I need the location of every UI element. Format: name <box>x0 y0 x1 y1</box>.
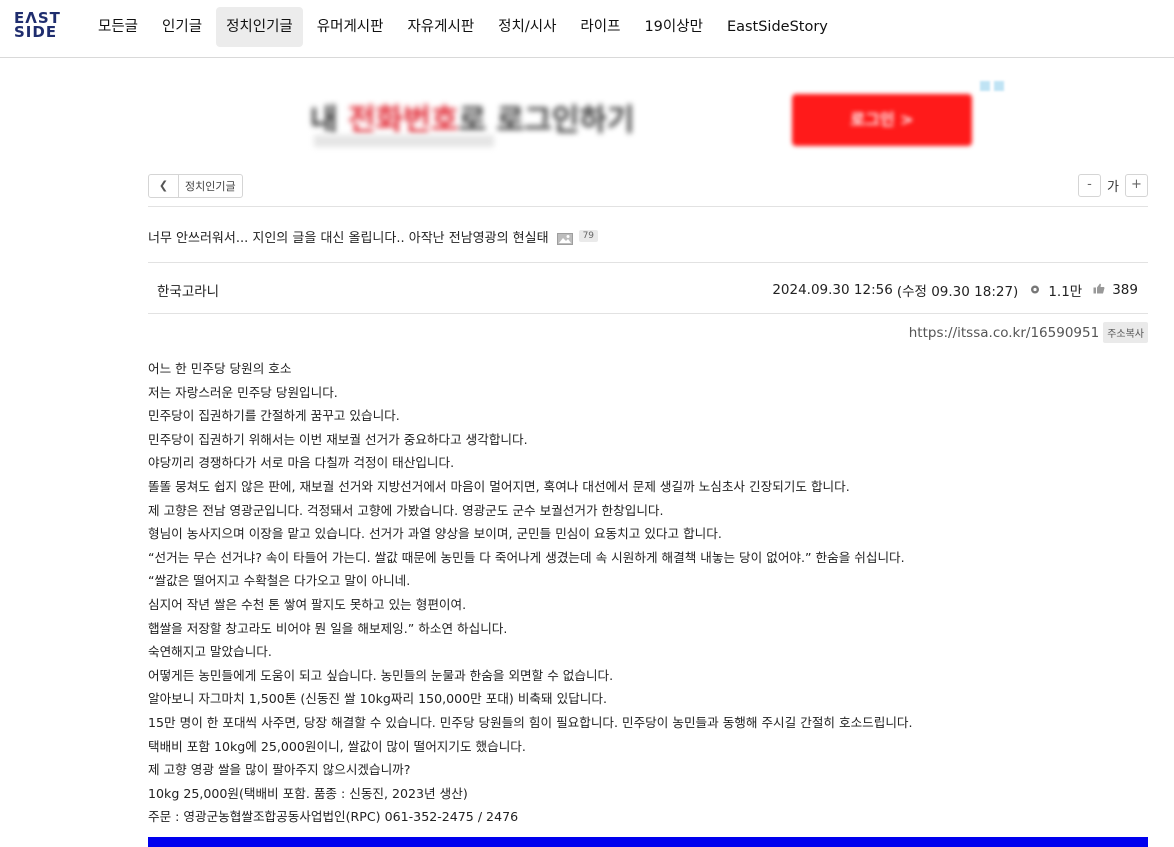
post-body-line: 민주당이 집권하기 위해서는 이번 재보궐 선거가 중요하다고 생각합니다. <box>148 431 528 447</box>
author-name[interactable]: 한국고라니 <box>157 280 219 300</box>
post-body-line: 제 고향은 전남 영광군입니다. 걱정돼서 고향에 가봤습니다. 영광군도 군수… <box>148 502 664 518</box>
nav-politics-current[interactable]: 정치/시사 <box>488 7 566 47</box>
post-body-line: 10kg 25,000원(택배비 포함. 품종 : 신동진, 2023년 생산) <box>148 785 468 801</box>
nav-free-board[interactable]: 자유게시판 <box>397 7 484 47</box>
post-body-line: 햅쌀을 저장할 창고라도 비어야 뭔 일을 해보제잉.” 하소연 하십니다. <box>148 620 508 636</box>
bottom-blue-bar <box>148 837 1148 847</box>
ad-headline: 내 전화번호로 로그인하기 <box>310 103 635 138</box>
ad-subtext <box>314 135 494 147</box>
nav-humor-board[interactable]: 유머게시판 <box>307 7 394 47</box>
main-nav: 모든글 인기글 정치인기글 유머게시판 자유게시판 정치/시사 라이프 19이상… <box>88 7 842 47</box>
post-body-line: 주문 : 영광군농협쌀조합공동사업법인(RPC) 061-352-2475 / … <box>148 809 519 825</box>
post-url-row: https://itssa.co.kr/16590951 주소복사 <box>909 322 1148 343</box>
nav-all-posts[interactable]: 모든글 <box>88 7 148 47</box>
post-meta-row: 한국고라니 2024.09.30 12:56 (수정 09.30 18:27) … <box>148 262 1148 314</box>
font-size-controls: - 가 + <box>1078 174 1148 197</box>
post-body-line: 택배비 포함 10kg에 25,000원이니, 쌀값이 많이 떨어지기도 했습니… <box>148 738 526 754</box>
ad-banner[interactable]: 내 전화번호로 로그인하기 로그인 > <box>300 80 1020 162</box>
nav-politics-popular[interactable]: 정치인기글 <box>216 7 303 47</box>
views-count: 1.1만 <box>1048 284 1083 300</box>
nav-eastsidestory[interactable]: EastSideStory <box>717 7 838 47</box>
post-body-line: 민주당이 집권하기를 간절하게 꿈꾸고 있습니다. <box>148 408 400 424</box>
breadcrumb-board[interactable]: 정치인기글 <box>179 178 242 194</box>
post-body-line: 똘똘 뭉쳐도 쉽지 않은 판에, 재보궐 선거와 지방선거에서 마음이 멀어지면… <box>148 478 850 494</box>
chevron-left-icon[interactable]: ❮ <box>149 175 179 197</box>
ad-info-icon[interactable] <box>980 76 1016 91</box>
font-increase-button[interactable]: + <box>1125 174 1148 197</box>
post-body-line: 숙연해지고 말았습니다. <box>148 644 272 660</box>
views-icon <box>1028 284 1042 297</box>
divider <box>148 206 1148 207</box>
post-body-line: “쌀값은 떨어지고 수확철은 다가오고 말이 아니네. <box>148 573 411 589</box>
post-toolbar: ❮ 정치인기글 - 가 + <box>148 174 1148 200</box>
post-body-line: 심지어 작년 쌀은 수천 톤 쌓여 팔지도 못하고 있는 형편이여. <box>148 596 467 612</box>
post-title-row: 너무 안쓰러워서... 지인의 글을 대신 올립니다.. 아작난 전남영광의 현… <box>148 225 1148 247</box>
nav-life[interactable]: 라이프 <box>570 7 630 47</box>
nav-19-plus[interactable]: 19이상만 <box>634 7 712 47</box>
site-logo[interactable]: EΛST SIDE <box>14 11 70 41</box>
font-decrease-button[interactable]: - <box>1078 174 1101 197</box>
post-body-line: 야당끼리 경쟁하다가 서로 마음 다칠까 걱정이 태산입니다. <box>148 455 455 471</box>
post-body-line: “선거는 무슨 선거냐? 속이 타들어 가는디. 쌀값 때문에 농민들 다 죽어… <box>148 549 905 565</box>
post-meta: 2024.09.30 12:56 (수정 09.30 18:27) 1.1만 3… <box>772 280 1138 300</box>
post-body-line: 형님이 농사지으며 이장을 맡고 있습니다. 선거가 과열 양상을 보이며, 군… <box>148 526 722 542</box>
post-edited: (수정 09.30 18:27) <box>896 284 1019 300</box>
post-body-line: 제 고향 영광 쌀을 많이 팔아주지 않으시겠습니까? <box>148 762 411 778</box>
thumbs-up-icon <box>1092 283 1106 297</box>
post-date: 2024.09.30 12:56 <box>772 282 893 298</box>
post-body: 어느 한 민주당 당원의 호소저는 자랑스러운 민주당 당원입니다. 민주당이 집… <box>148 357 1148 829</box>
copy-url-button[interactable]: 주소복사 <box>1103 322 1148 343</box>
post-title: 너무 안쓰러워서... 지인의 글을 대신 올립니다.. 아작난 전남영광의 현… <box>148 230 549 246</box>
logo-line-2: SIDE <box>14 23 58 41</box>
post-body-line: 15만 명이 한 포대씩 사주면, 당장 해결할 수 있습니다. 민주당 당원들… <box>148 714 913 730</box>
post-body-line: 저는 자랑스러운 민주당 당원입니다. <box>148 384 338 400</box>
font-size-label: 가 <box>1107 180 1119 195</box>
breadcrumb: ❮ 정치인기글 <box>148 174 243 198</box>
likes-count: 389 <box>1112 282 1138 298</box>
post-body-line: 어느 한 민주당 당원의 호소 <box>148 361 292 376</box>
post-body-line: 어떻게든 농민들에게 도움이 되고 싶습니다. 농민들의 눈물과 한숨을 외면할… <box>148 667 614 683</box>
comment-count-badge[interactable]: 79 <box>578 230 599 242</box>
post-body-line: 알아보니 자그마치 1,500톤 (신동진 쌀 10kg짜리 150,000만 … <box>148 691 607 707</box>
nav-popular[interactable]: 인기글 <box>152 7 212 47</box>
top-header: EΛST SIDE 모든글 인기글 정치인기글 유머게시판 자유게시판 정치/시… <box>0 0 1174 58</box>
image-icon <box>556 230 573 245</box>
ad-login-button[interactable]: 로그인 > <box>792 94 972 146</box>
post-url[interactable]: https://itssa.co.kr/16590951 <box>909 325 1099 341</box>
